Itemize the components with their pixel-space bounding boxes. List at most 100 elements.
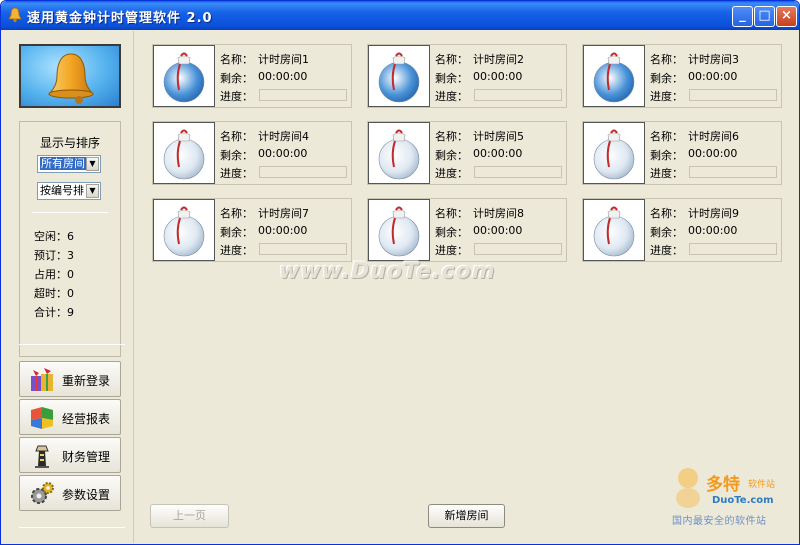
room-remaining-row: 剩余： 00:00:00 — [435, 224, 522, 240]
relogin-label: 重新登录 — [62, 374, 111, 388]
divider — [19, 527, 125, 528]
room-remaining-label: 剩余： — [220, 72, 253, 85]
room-name-row: 名称： 计时房间7 — [220, 205, 309, 221]
finance-label: 财务管理 — [62, 450, 111, 464]
maximize-button[interactable]: □ — [754, 6, 775, 27]
room-progress-label: 进度： — [435, 244, 468, 257]
room-thumbnail[interactable] — [153, 122, 215, 184]
logo-domain: DuoTe.com — [712, 495, 774, 506]
room-progress-row: 进度： — [220, 242, 253, 258]
room-thumbnail[interactable] — [583, 122, 645, 184]
ornament-icon — [378, 129, 420, 180]
logo-name: 多特 — [706, 475, 740, 495]
room-card[interactable]: 名称： 计时房间4 剩余： 00:00:00 进度： — [152, 121, 352, 185]
room-name-row: 名称： 计时房间9 — [650, 205, 739, 221]
report-icon — [31, 407, 53, 429]
title-bar[interactable]: 速用黄金钟计时管理软件 2.0 _ □ × — [1, 1, 799, 30]
room-filter-select[interactable]: 所有房间 ▼ — [37, 155, 101, 173]
finance-button[interactable]: 财务管理 — [19, 437, 121, 473]
room-progress-label: 进度： — [650, 167, 683, 180]
sort-panel-title: 显示与排序 — [39, 136, 100, 150]
room-remaining-row: 剩余： 00:00:00 — [435, 147, 522, 163]
divider — [19, 344, 125, 345]
room-progress-row: 进度： — [650, 242, 683, 258]
room-name-value: 计时房间4 — [258, 130, 309, 143]
stat-overtime: 超时：0 — [34, 287, 74, 300]
room-card[interactable]: 名称： 计时房间8 剩余： 00:00:00 进度： — [367, 198, 567, 262]
room-name-label: 名称： — [650, 130, 683, 143]
room-name-label: 名称： — [650, 207, 683, 220]
room-thumbnail[interactable] — [153, 45, 215, 107]
stat-booked: 预订：3 — [34, 249, 74, 262]
stat-total: 合计：9 — [34, 306, 74, 319]
room-name-label: 名称： — [435, 130, 468, 143]
room-remaining-label: 剩余： — [650, 149, 683, 162]
room-remaining-value: 00:00:00 — [258, 224, 308, 237]
room-name-label: 名称： — [220, 130, 253, 143]
room-progress-bar — [689, 89, 777, 101]
room-name-value: 计时房间9 — [688, 207, 739, 220]
close-button[interactable]: × — [776, 6, 797, 27]
room-thumbnail[interactable] — [583, 45, 645, 107]
logo-tagline: 国内最安全的软件站 — [672, 516, 767, 527]
window-title: 速用黄金钟计时管理软件 2.0 — [27, 11, 213, 26]
room-card[interactable]: 名称： 计时房间7 剩余： 00:00:00 进度： — [152, 198, 352, 262]
room-progress-label: 进度： — [435, 90, 468, 103]
room-remaining-value: 00:00:00 — [688, 147, 738, 160]
room-remaining-value: 00:00:00 — [688, 224, 738, 237]
room-card[interactable]: 名称： 计时房间3 剩余： 00:00:00 进度： — [582, 44, 782, 108]
settings-label: 参数设置 — [62, 488, 111, 502]
room-thumbnail[interactable] — [368, 45, 430, 107]
room-card[interactable]: 名称： 计时房间5 剩余： 00:00:00 进度： — [367, 121, 567, 185]
room-card[interactable]: 名称： 计时房间2 剩余： 00:00:00 进度： — [367, 44, 567, 108]
business-report-label: 经营报表 — [62, 412, 111, 426]
add-room-button[interactable]: 新增房间 — [428, 504, 505, 528]
room-name-row: 名称： 计时房间8 — [435, 205, 524, 221]
room-progress-label: 进度： — [435, 167, 468, 180]
room-remaining-label: 剩余： — [220, 149, 253, 162]
ornament-icon — [163, 52, 205, 103]
settings-button[interactable]: 参数设置 — [19, 475, 121, 511]
room-name-value: 计时房间5 — [473, 130, 524, 143]
room-name-row: 名称： 计时房间1 — [220, 51, 309, 67]
relogin-button[interactable]: 重新登录 — [19, 361, 121, 397]
room-card[interactable]: 名称： 计时房间9 剩余： 00:00:00 进度： — [582, 198, 782, 262]
minimize-button[interactable]: _ — [732, 6, 753, 27]
logo-banner — [19, 44, 121, 108]
room-card[interactable]: 名称： 计时房间1 剩余： 00:00:00 进度： — [152, 44, 352, 108]
room-progress-row: 进度： — [220, 165, 253, 181]
dropdown-arrow-icon[interactable]: ▼ — [86, 157, 99, 171]
room-thumbnail[interactable] — [368, 199, 430, 261]
room-remaining-row: 剩余： 00:00:00 — [650, 70, 737, 86]
room-card[interactable]: 名称： 计时房间6 剩余： 00:00:00 进度： — [582, 121, 782, 185]
business-report-button[interactable]: 经营报表 — [19, 399, 121, 435]
room-name-value: 计时房间3 — [688, 53, 739, 66]
room-progress-bar — [474, 243, 562, 255]
watermark: www.DuoTe.com — [279, 259, 496, 284]
room-progress-label: 进度： — [220, 167, 253, 180]
ornament-icon — [378, 52, 420, 103]
sort-order-select[interactable]: 按编号排 ▼ — [37, 182, 101, 200]
room-thumbnail[interactable] — [368, 122, 430, 184]
ornament-icon — [378, 206, 420, 257]
stat-occupied: 占用：0 — [34, 268, 74, 281]
dropdown-arrow-icon[interactable]: ▼ — [86, 184, 99, 198]
room-name-row: 名称： 计时房间6 — [650, 128, 739, 144]
prev-page-button[interactable]: 上一页 — [150, 504, 229, 528]
room-progress-label: 进度： — [220, 244, 253, 257]
room-name-row: 名称： 计时房间4 — [220, 128, 309, 144]
room-progress-bar — [474, 166, 562, 178]
room-progress-row: 进度： — [435, 88, 468, 104]
room-thumbnail[interactable] — [153, 199, 215, 261]
room-progress-bar — [259, 166, 347, 178]
sort-order-value: 按编号排 — [40, 184, 84, 197]
mascot-icon — [676, 468, 700, 508]
room-progress-bar — [689, 243, 777, 255]
room-remaining-value: 00:00:00 — [258, 70, 308, 83]
logo-subtitle: 软件站 — [748, 480, 776, 490]
divider — [32, 212, 108, 213]
site-logo: 多特 软件站 DuoTe.com 国内最安全的软件站 — [664, 464, 799, 534]
left-panel: 显示与排序 所有房间 ▼ 按编号排 ▼ 空闲：6 预订：3 占用：0 超时：0 … — [6, 31, 134, 543]
room-thumbnail[interactable] — [583, 199, 645, 261]
ornament-icon — [163, 206, 205, 257]
